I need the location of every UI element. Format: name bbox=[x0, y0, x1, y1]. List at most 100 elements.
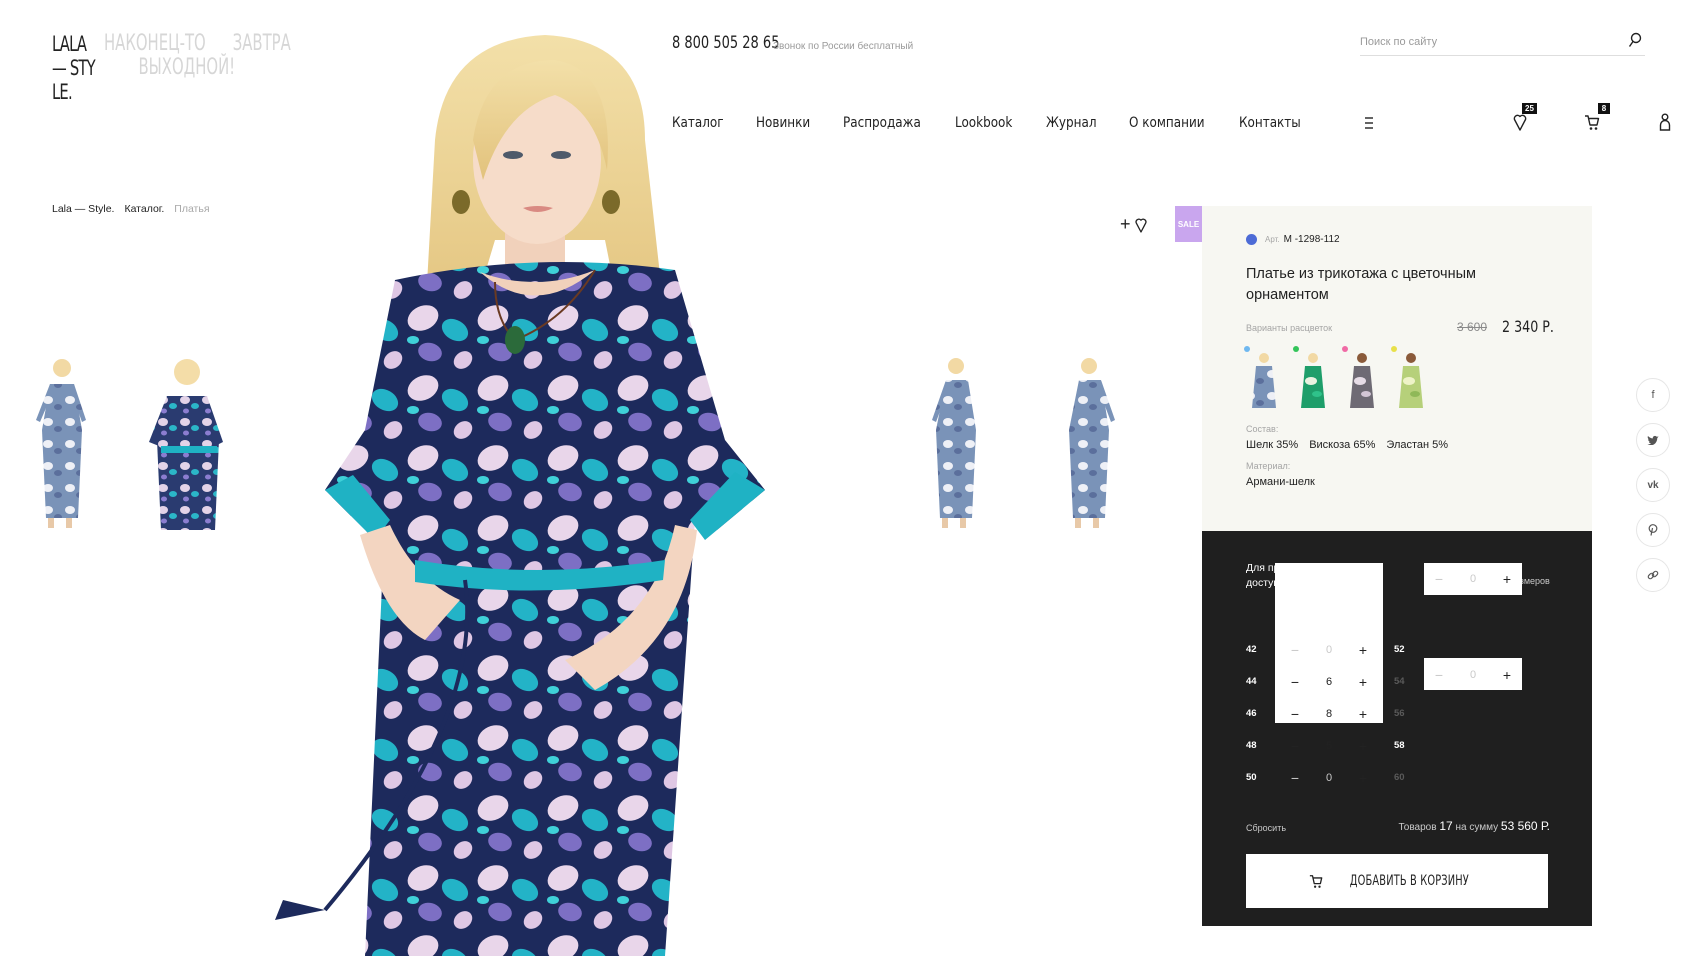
color-variant-blue[interactable] bbox=[1244, 346, 1280, 414]
hamburger-icon[interactable] bbox=[1362, 116, 1376, 130]
old-price: 3 600 bbox=[1457, 320, 1488, 334]
vk-icon: vk bbox=[1647, 479, 1659, 491]
favorites-count-badge: 25 bbox=[1522, 103, 1537, 114]
twitter-share-button[interactable] bbox=[1636, 423, 1670, 457]
current-price: 2 340 Р. bbox=[1502, 317, 1554, 336]
variant-dot bbox=[1391, 346, 1397, 352]
increase-button[interactable]: + bbox=[1499, 667, 1515, 683]
total-prefix: Товаров bbox=[1398, 822, 1437, 833]
slogan: НАКОНЕЦ-ТО ЗАВТРА ВЫХОДНОЙ! bbox=[104, 32, 291, 80]
qty-value: 0 bbox=[1325, 771, 1333, 784]
variant-dot bbox=[1293, 346, 1299, 352]
gallery-thumbnail-2[interactable] bbox=[135, 350, 235, 535]
qty-value: 6 bbox=[1325, 675, 1333, 688]
facebook-icon: f bbox=[1651, 389, 1655, 401]
cart-button[interactable]: 8 bbox=[1584, 103, 1610, 136]
composition-item: Шелк 35% bbox=[1246, 439, 1299, 451]
gallery-thumbnail-1[interactable] bbox=[20, 350, 100, 535]
logo-line-2: — STY bbox=[52, 56, 96, 80]
social-share: f vk bbox=[1636, 378, 1670, 592]
qty-stepper-50: − 0 + bbox=[1275, 760, 1383, 795]
increase-button[interactable]: + bbox=[1355, 642, 1371, 658]
gallery-thumbnail-3[interactable] bbox=[920, 350, 990, 535]
vk-share-button[interactable]: vk bbox=[1636, 468, 1670, 502]
decrease-button[interactable]: − bbox=[1287, 770, 1303, 786]
qty-value: 5 bbox=[1325, 739, 1333, 752]
pinterest-icon bbox=[1648, 524, 1658, 536]
qty-stepper-58: − 0 + bbox=[1419, 657, 1527, 692]
slogan-word-3: ВЫХОДНОЙ! bbox=[138, 55, 236, 80]
nav-item-contacts[interactable]: Контакты bbox=[1239, 115, 1301, 131]
color-variants bbox=[1244, 346, 1427, 414]
nav-item-about[interactable]: О компании bbox=[1129, 115, 1205, 131]
increase-button[interactable]: + bbox=[1355, 706, 1371, 722]
favorites-button[interactable]: 25 bbox=[1512, 103, 1537, 136]
search-input[interactable] bbox=[1360, 30, 1600, 54]
breadcrumb-current: Платья bbox=[174, 203, 210, 215]
increase-button[interactable]: + bbox=[1499, 571, 1515, 587]
size-label-unavailable: 60 bbox=[1394, 772, 1405, 783]
user-icon bbox=[1659, 113, 1671, 131]
decrease-button[interactable]: − bbox=[1287, 706, 1303, 722]
total-count: 17 bbox=[1439, 819, 1453, 833]
qty-stepper-48: − 5 + bbox=[1275, 728, 1383, 763]
search-icon[interactable] bbox=[1625, 30, 1645, 50]
qty-value: 8 bbox=[1325, 707, 1333, 720]
decrease-button[interactable]: − bbox=[1287, 674, 1303, 690]
main-product-image[interactable] bbox=[265, 20, 855, 956]
size-label-unavailable: 54 bbox=[1394, 676, 1405, 687]
variant-dot bbox=[1244, 346, 1250, 352]
variant-dot bbox=[1342, 346, 1348, 352]
size-label: 58 bbox=[1394, 740, 1405, 751]
composition-values: Шелк 35% Вискоза 65% Эластан 5% bbox=[1246, 439, 1456, 451]
logo[interactable]: LALA — STY LE. bbox=[52, 32, 96, 104]
size-label: 42 bbox=[1246, 644, 1257, 655]
increase-button[interactable]: + bbox=[1355, 770, 1371, 786]
product-info-card: Арт. М -1298-112 Платье из трикотажа с ц… bbox=[1202, 206, 1592, 531]
increase-button[interactable]: + bbox=[1355, 674, 1371, 690]
nav-item-lookbook[interactable]: Lookbook bbox=[955, 115, 1012, 131]
add-to-cart-label: ДОБАВИТЬ В КОРЗИНУ bbox=[1349, 873, 1469, 889]
article-label: Арт. bbox=[1265, 235, 1280, 244]
breadcrumb-catalog[interactable]: Каталог. bbox=[124, 203, 164, 215]
color-variant-pink[interactable] bbox=[1342, 346, 1378, 414]
account-button[interactable] bbox=[1658, 112, 1682, 136]
total-sum: 53 560 Р. bbox=[1500, 819, 1550, 833]
order-total: Товаров 17 на сумму 53 560 Р. bbox=[1396, 819, 1550, 833]
material-label: Материал: bbox=[1246, 461, 1291, 471]
composition-item: Вискоза 65% bbox=[1309, 439, 1376, 451]
variants-label: Варианты расцветок bbox=[1246, 323, 1333, 333]
nav-item-journal[interactable]: Журнал bbox=[1046, 115, 1097, 131]
qty-stepper-42: − 0 + bbox=[1275, 632, 1383, 667]
reset-button[interactable]: Сбросить bbox=[1246, 823, 1286, 833]
decrease-button[interactable]: − bbox=[1431, 667, 1447, 683]
size-label: 46 bbox=[1246, 708, 1257, 719]
increase-button[interactable]: + bbox=[1355, 738, 1371, 754]
breadcrumb: Lala — Style. Каталог. Платья bbox=[52, 203, 210, 215]
material-value: Армани-шелк bbox=[1246, 476, 1315, 488]
size-label: 52 bbox=[1394, 644, 1405, 655]
add-to-favorites-button[interactable]: + bbox=[1120, 214, 1148, 235]
decrease-button[interactable]: − bbox=[1287, 642, 1303, 658]
twitter-icon bbox=[1647, 435, 1659, 445]
color-variant-green[interactable] bbox=[1293, 346, 1329, 414]
copy-link-button[interactable] bbox=[1636, 558, 1670, 592]
pinterest-share-button[interactable] bbox=[1636, 513, 1670, 547]
search-bar bbox=[1360, 30, 1645, 56]
decrease-button[interactable]: − bbox=[1287, 738, 1303, 754]
color-variant-yellow[interactable] bbox=[1391, 346, 1427, 414]
breadcrumb-home[interactable]: Lala — Style. bbox=[52, 203, 114, 215]
add-to-cart-button[interactable]: ДОБАВИТЬ В КОРЗИНУ bbox=[1246, 854, 1548, 908]
article: Арт. М -1298-112 bbox=[1246, 234, 1340, 245]
gallery-thumbnail-4[interactable] bbox=[1055, 350, 1125, 535]
composition-label: Состав: bbox=[1246, 424, 1279, 434]
decrease-button[interactable]: − bbox=[1431, 571, 1447, 587]
logo-line-1: LALA bbox=[52, 32, 87, 56]
facebook-share-button[interactable]: f bbox=[1636, 378, 1670, 412]
heart-icon bbox=[1513, 114, 1527, 131]
color-dot bbox=[1246, 234, 1257, 245]
slogan-word-1: НАКОНЕЦ-ТО bbox=[104, 31, 206, 56]
qty-value: 0 bbox=[1469, 668, 1477, 681]
heart-icon bbox=[1134, 218, 1147, 233]
qty-stepper-44: − 6 + bbox=[1275, 664, 1383, 699]
